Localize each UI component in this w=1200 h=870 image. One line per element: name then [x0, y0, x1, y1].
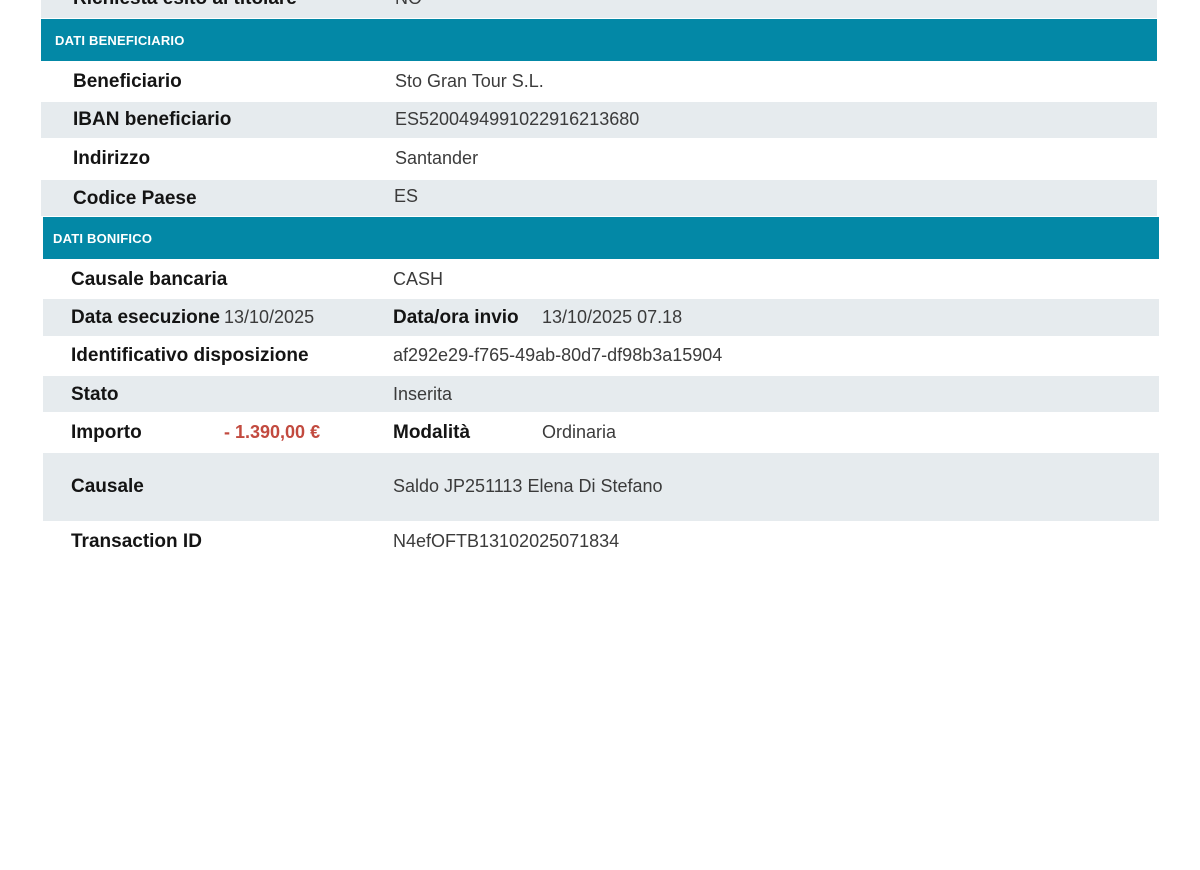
section-header-beneficiario: DATI BENEFICIARIO	[41, 19, 1157, 61]
section-header-bonifico: DATI BONIFICO	[43, 217, 1159, 259]
transaction-id-value: N4efOFTB13102025071834	[393, 531, 620, 551]
causale-value: Saldo JP251113 Elena Di Stefano	[393, 476, 663, 496]
identificativo-label: Identificativo disposizione	[71, 345, 309, 366]
causale-bancaria-value: CASH	[393, 269, 444, 289]
beneficiario-label: Beneficiario	[73, 71, 182, 92]
importo-label: Importo	[71, 422, 142, 443]
section-title-beneficiario: DATI BENEFICIARIO	[55, 32, 185, 48]
importo-value: - 1.390,00 €	[224, 422, 321, 442]
top-row-value: NO	[395, 0, 422, 9]
iban-label: IBAN beneficiario	[73, 109, 232, 130]
stato-label: Stato	[71, 384, 119, 405]
section-title-bonifico: DATI BONIFICO	[53, 230, 153, 246]
beneficiario-value: Sto Gran Tour S.L.	[395, 71, 544, 91]
modalita-value: Ordinaria	[542, 422, 617, 442]
transaction-id-label: Transaction ID	[71, 531, 202, 552]
stato-row	[43, 376, 1159, 412]
codice-paese-label: Codice Paese	[73, 188, 197, 209]
data-ora-invio-value: 13/10/2025 07.18	[542, 307, 683, 327]
causale-label: Causale	[71, 476, 144, 497]
causale-bancaria-label: Causale bancaria	[71, 269, 228, 290]
modalita-label: Modalità	[393, 422, 471, 443]
data-esecuzione-value: 13/10/2025	[224, 307, 315, 327]
stato-value: Inserita	[393, 384, 453, 404]
top-row-label: Richiesta esito al titolare	[73, 0, 297, 10]
data-ora-invio-label: Data/ora invio	[393, 307, 519, 328]
indirizzo-value: Santander	[395, 148, 479, 168]
iban-value: ES5200494991022916213680	[395, 109, 640, 129]
identificativo-value: af292e29-f765-49ab-80d7-df98b3a15904	[393, 345, 723, 365]
transfer-receipt: Richiesta esito al titolare NO DATI BENE…	[0, 0, 1200, 870]
codice-paese-row	[41, 180, 1157, 216]
indirizzo-label: Indirizzo	[73, 148, 151, 169]
data-esecuzione-label: Data esecuzione	[71, 307, 220, 328]
codice-paese-value: ES	[394, 186, 419, 206]
